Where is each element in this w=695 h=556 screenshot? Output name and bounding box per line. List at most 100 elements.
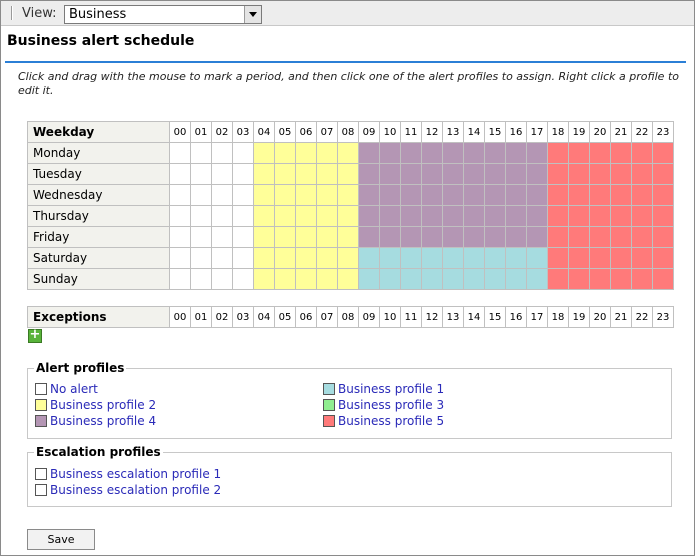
schedule-cell[interactable]: [169, 205, 191, 227]
schedule-cell[interactable]: [400, 268, 422, 290]
schedule-cell[interactable]: [631, 226, 653, 248]
schedule-cell[interactable]: [631, 142, 653, 164]
schedule-cell[interactable]: [505, 163, 527, 185]
schedule-cell[interactable]: [547, 226, 569, 248]
schedule-cell[interactable]: [463, 205, 485, 227]
schedule-cell[interactable]: [169, 247, 191, 269]
schedule-cell[interactable]: [547, 205, 569, 227]
schedule-cell[interactable]: [568, 268, 590, 290]
schedule-cell[interactable]: [211, 163, 233, 185]
schedule-cell[interactable]: [295, 184, 317, 206]
schedule-cell[interactable]: [484, 163, 506, 185]
schedule-cell[interactable]: [463, 184, 485, 206]
schedule-cell[interactable]: [190, 268, 212, 290]
schedule-cell[interactable]: [484, 205, 506, 227]
schedule-cell[interactable]: [505, 205, 527, 227]
schedule-cell[interactable]: [211, 184, 233, 206]
schedule-cell[interactable]: [316, 247, 338, 269]
schedule-cell[interactable]: [610, 226, 632, 248]
schedule-cell[interactable]: [589, 205, 611, 227]
schedule-cell[interactable]: [400, 184, 422, 206]
schedule-cell[interactable]: [253, 205, 275, 227]
alert-profile-3[interactable]: Business profile 2: [35, 398, 156, 412]
chevron-down-icon[interactable]: [244, 6, 261, 23]
schedule-cell[interactable]: [358, 142, 380, 164]
schedule-cell[interactable]: [169, 163, 191, 185]
schedule-cell[interactable]: [316, 184, 338, 206]
alert-profile-1[interactable]: No alert: [35, 382, 98, 396]
schedule-cell[interactable]: [526, 163, 548, 185]
schedule-cell[interactable]: [652, 142, 674, 164]
schedule-cell[interactable]: [379, 163, 401, 185]
schedule-cell[interactable]: [232, 163, 254, 185]
schedule-cell[interactable]: [568, 163, 590, 185]
schedule-cell[interactable]: [610, 268, 632, 290]
schedule-cell[interactable]: [316, 268, 338, 290]
alert-profile-6[interactable]: Business profile 5: [323, 414, 444, 428]
schedule-cell[interactable]: [211, 247, 233, 269]
schedule-cell[interactable]: [652, 184, 674, 206]
schedule-cell[interactable]: [337, 184, 359, 206]
schedule-cell[interactable]: [652, 163, 674, 185]
alert-profile-2[interactable]: Business profile 1: [323, 382, 444, 396]
schedule-cell[interactable]: [568, 247, 590, 269]
schedule-cell[interactable]: [316, 142, 338, 164]
schedule-cell[interactable]: [463, 247, 485, 269]
schedule-cell[interactable]: [253, 247, 275, 269]
schedule-cell[interactable]: [316, 205, 338, 227]
schedule-cell[interactable]: [190, 184, 212, 206]
schedule-cell[interactable]: [484, 268, 506, 290]
schedule-cell[interactable]: [421, 247, 443, 269]
schedule-cell[interactable]: [421, 268, 443, 290]
schedule-cell[interactable]: [547, 163, 569, 185]
alert-profile-4[interactable]: Business profile 3: [323, 398, 444, 412]
schedule-cell[interactable]: [253, 184, 275, 206]
schedule-cell[interactable]: [400, 205, 422, 227]
schedule-cell[interactable]: [211, 142, 233, 164]
schedule-cell[interactable]: [526, 268, 548, 290]
schedule-cell[interactable]: [358, 184, 380, 206]
schedule-cell[interactable]: [631, 184, 653, 206]
schedule-cell[interactable]: [421, 205, 443, 227]
schedule-cell[interactable]: [589, 163, 611, 185]
schedule-cell[interactable]: [232, 205, 254, 227]
schedule-cell[interactable]: [295, 268, 317, 290]
schedule-cell[interactable]: [526, 247, 548, 269]
schedule-cell[interactable]: [442, 205, 464, 227]
save-button[interactable]: Save: [27, 529, 95, 550]
schedule-cell[interactable]: [484, 142, 506, 164]
schedule-cell[interactable]: [589, 142, 611, 164]
schedule-cell[interactable]: [484, 247, 506, 269]
schedule-cell[interactable]: [652, 226, 674, 248]
schedule-cell[interactable]: [190, 205, 212, 227]
schedule-cell[interactable]: [358, 247, 380, 269]
schedule-cell[interactable]: [442, 163, 464, 185]
schedule-cell[interactable]: [505, 184, 527, 206]
schedule-cell[interactable]: [442, 226, 464, 248]
schedule-cell[interactable]: [232, 226, 254, 248]
schedule-cell[interactable]: [337, 163, 359, 185]
schedule-cell[interactable]: [589, 226, 611, 248]
schedule-cell[interactable]: [337, 247, 359, 269]
schedule-cell[interactable]: [274, 163, 296, 185]
schedule-cell[interactable]: [211, 226, 233, 248]
schedule-cell[interactable]: [547, 268, 569, 290]
schedule-cell[interactable]: [421, 184, 443, 206]
schedule-cell[interactable]: [484, 184, 506, 206]
schedule-cell[interactable]: [400, 226, 422, 248]
schedule-cell[interactable]: [274, 247, 296, 269]
schedule-cell[interactable]: [190, 226, 212, 248]
schedule-cell[interactable]: [610, 142, 632, 164]
schedule-cell[interactable]: [295, 163, 317, 185]
schedule-cell[interactable]: [253, 268, 275, 290]
schedule-cell[interactable]: [295, 247, 317, 269]
schedule-cell[interactable]: [421, 142, 443, 164]
schedule-cell[interactable]: [526, 226, 548, 248]
schedule-cell[interactable]: [610, 247, 632, 269]
schedule-cell[interactable]: [379, 268, 401, 290]
schedule-cell[interactable]: [463, 226, 485, 248]
schedule-cell[interactable]: [610, 163, 632, 185]
schedule-cell[interactable]: [358, 205, 380, 227]
schedule-cell[interactable]: [379, 184, 401, 206]
schedule-cell[interactable]: [484, 226, 506, 248]
